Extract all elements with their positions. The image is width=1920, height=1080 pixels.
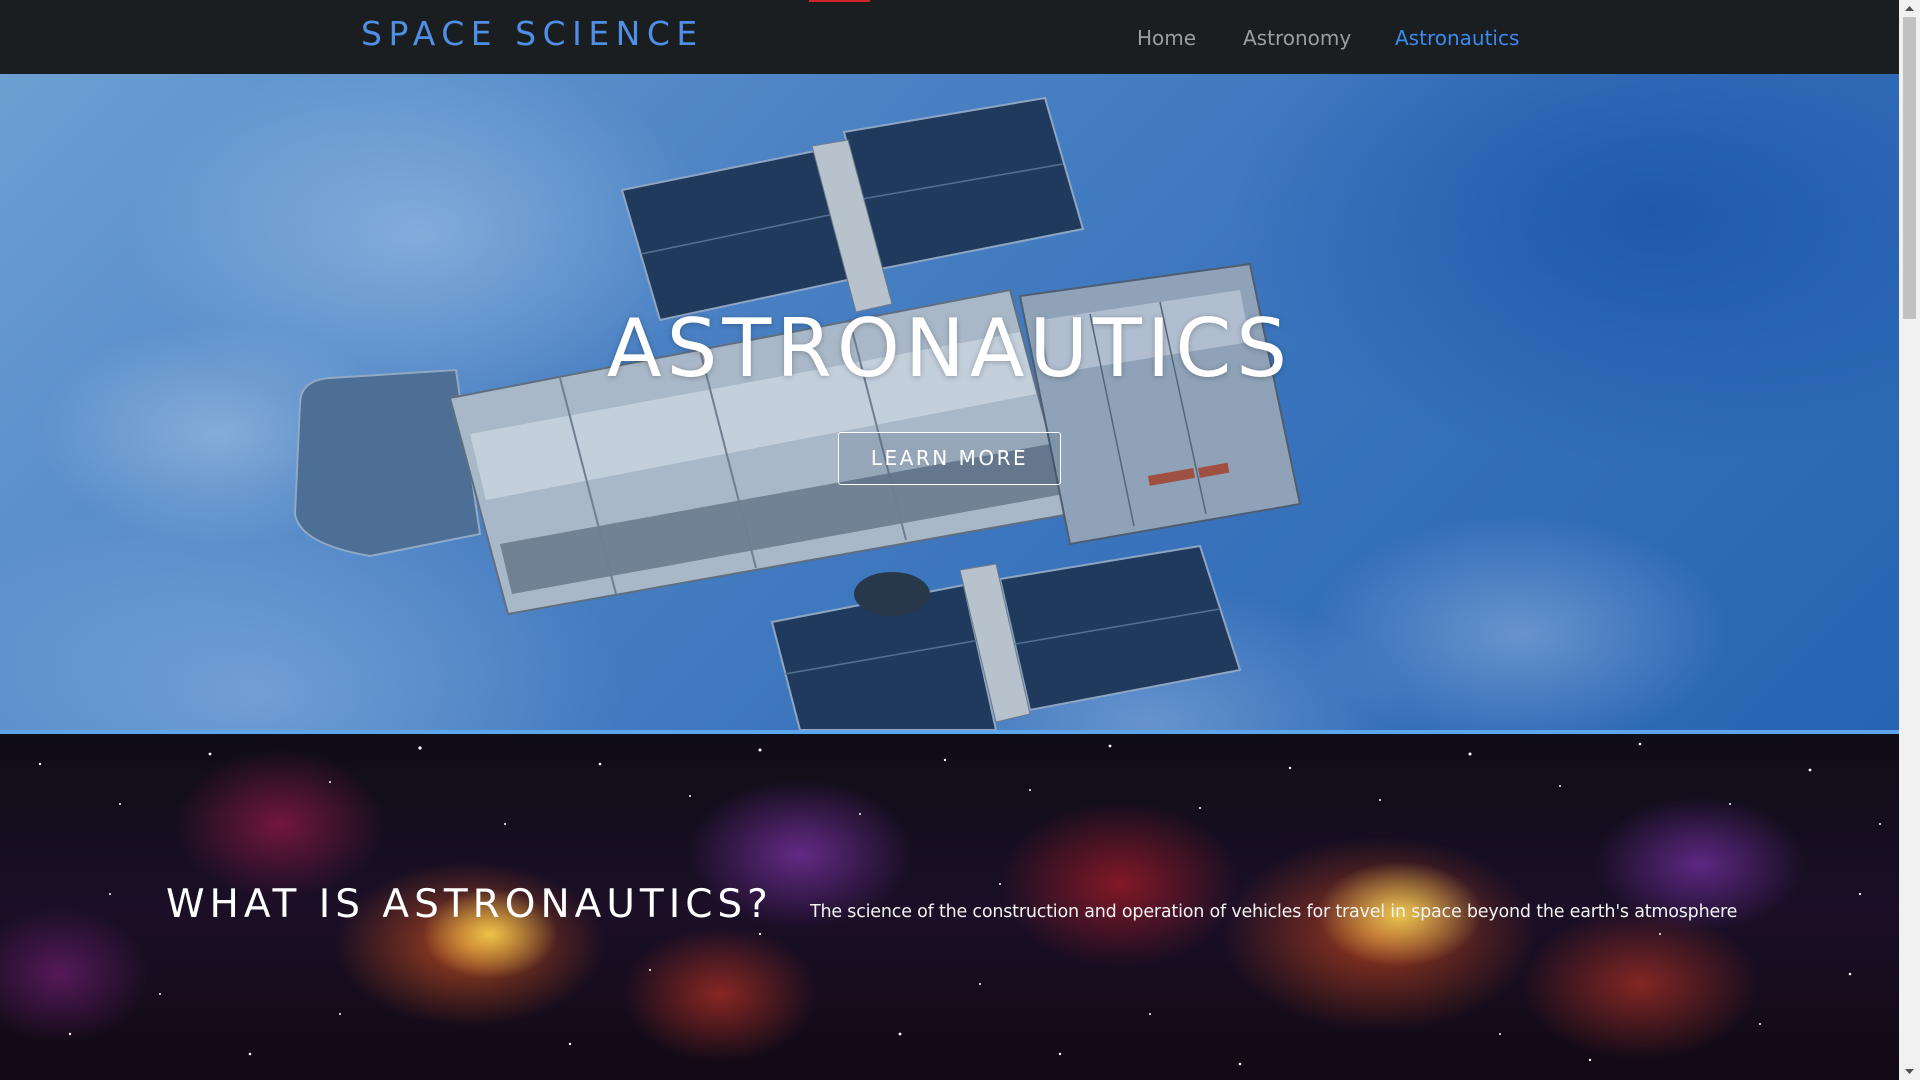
nav-link-astronomy[interactable]: Astronomy	[1243, 26, 1351, 50]
nav-link-home[interactable]: Home	[1137, 26, 1196, 50]
about-section: WHAT IS ASTRONAUTICS? The science of the…	[0, 734, 1899, 1080]
page-scrollbar[interactable]	[1899, 0, 1920, 1080]
nav-accent-bar	[809, 0, 870, 2]
upper-solar-panels	[620, 96, 1085, 322]
about-heading: WHAT IS ASTRONAUTICS?	[166, 882, 773, 927]
about-description: The science of the construction and oper…	[810, 902, 1738, 922]
scroll-up-arrow-icon[interactable]	[1899, 0, 1920, 17]
scroll-down-arrow-icon[interactable]	[1899, 1063, 1920, 1080]
lower-solar-panels	[770, 544, 1242, 730]
scroll-thumb[interactable]	[1903, 17, 1916, 319]
main-nav: Home Astronomy Astronautics	[0, 26, 1899, 56]
top-navbar: SPACE SCIENCE Home Astronomy Astronautic…	[0, 0, 1899, 74]
antenna-dish	[854, 572, 930, 616]
hubble-telescope-image	[293, 96, 1302, 730]
hero-banner: ASTRONAUTICS LEARN MORE	[0, 74, 1899, 730]
hero-title: ASTRONAUTICS	[606, 302, 1293, 395]
learn-more-button[interactable]: LEARN MORE	[838, 432, 1061, 485]
nav-link-astronautics[interactable]: Astronautics	[1395, 26, 1519, 50]
